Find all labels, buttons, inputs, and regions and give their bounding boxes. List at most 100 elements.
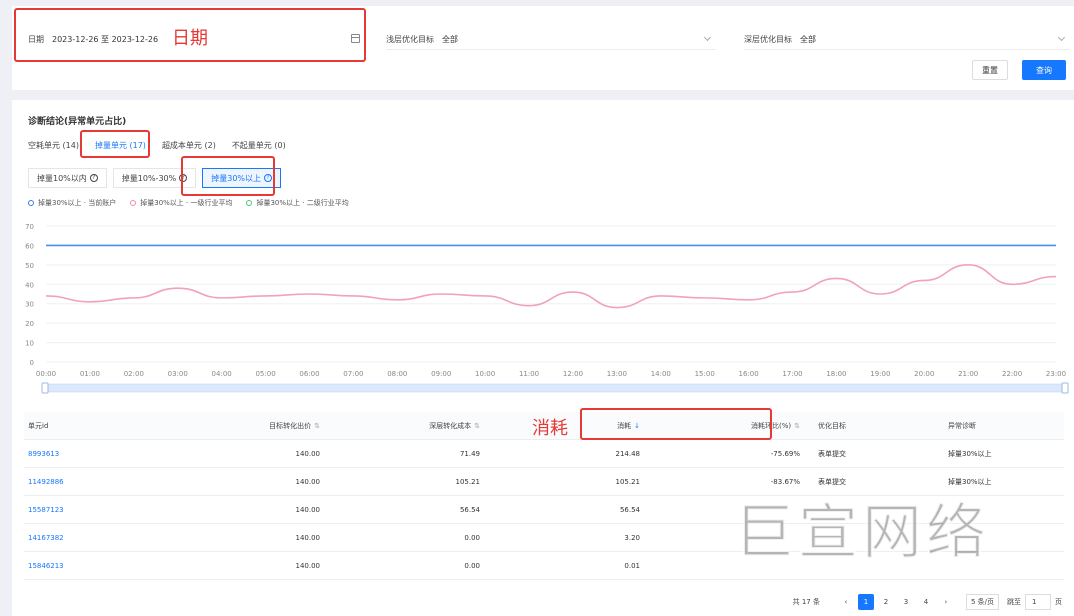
zoom-handle-left	[41, 382, 49, 394]
x-tick-label: 19:00	[870, 370, 890, 378]
x-tick-label: 02:00	[124, 370, 144, 378]
legend-label: 掉量30%以上 · 一级行业平均	[140, 199, 233, 207]
x-tick-label: 17:00	[782, 370, 802, 378]
col-label: 目标转化出价	[269, 421, 312, 430]
legend-label: 掉量30%以上 · 当前账户	[38, 199, 117, 207]
x-tick-label: 03:00	[168, 370, 188, 378]
tab-no-volume-units[interactable]: 不起量单元 (0)	[232, 140, 286, 151]
x-tick-label: 16:00	[739, 370, 759, 378]
x-tick-label: 06:00	[299, 370, 319, 378]
cell-unit-id[interactable]: 15846213	[24, 562, 174, 570]
deep-goal-select[interactable]: 深层优化目标 全部	[744, 28, 1070, 50]
prev-page-icon[interactable]: ‹	[838, 594, 854, 610]
col-unit-id: 单元id	[28, 421, 49, 430]
cell-target-bid: 140.00	[295, 561, 321, 570]
x-tick-label: 08:00	[387, 370, 407, 378]
page-1[interactable]: 1	[857, 594, 874, 610]
cell-deep-cost: 0.00	[464, 561, 480, 570]
jump-label: 跳至	[1007, 598, 1021, 606]
col-deep-cost[interactable]: 深层转化成本 ⇅	[324, 421, 484, 431]
cell-unit-id[interactable]: 15587123	[24, 506, 174, 514]
subtab-label: 掉量10%以内	[37, 173, 87, 183]
zoom-handle-right	[1061, 382, 1069, 394]
pagination: 共 17 条 ‹ 1 2 3 4 › 5 条/页 跳至 1 页	[793, 594, 1062, 610]
x-tick-label: 22:00	[1002, 370, 1022, 378]
x-tick-label: 04:00	[212, 370, 232, 378]
sort-icon[interactable]: ⇅	[794, 422, 800, 430]
page-2[interactable]: 2	[878, 594, 894, 610]
deep-goal-select-box[interactable]	[744, 28, 1070, 50]
legend-label: 掉量30%以上 · 二级行业平均	[256, 199, 349, 207]
x-tick-label: 00:00	[36, 370, 56, 378]
x-tick-label: 09:00	[431, 370, 451, 378]
shallow-goal-select[interactable]: 浅层优化目标 全部	[386, 28, 716, 50]
page-size-select[interactable]: 5 条/页	[965, 594, 999, 610]
query-button[interactable]: 查询	[1022, 60, 1066, 80]
cell-spend: 0.01	[624, 561, 640, 570]
cell-deep-cost: 105.21	[455, 477, 481, 486]
y-tick-label: 50	[25, 262, 34, 270]
tab-idle-units[interactable]: 空耗单元 (14)	[28, 140, 79, 151]
y-tick-label: 30	[25, 301, 34, 309]
cell-spend: 214.48	[615, 449, 641, 458]
col-optimization-goal: 优化目标	[818, 421, 846, 430]
page-4[interactable]: 4	[918, 594, 934, 610]
series-line-1	[45, 264, 1057, 309]
cell-spend: 105.21	[615, 477, 641, 486]
col-target-bid[interactable]: 目标转化出价 ⇅	[174, 421, 324, 431]
cell-unit-id[interactable]: 14167382	[24, 534, 174, 542]
trend-line-chart: 0 10 20 30 40 50 60 70 00:00 01:00 02:00 03:00 04:00…	[25, 223, 1069, 394]
legend-dot-icon	[28, 200, 34, 206]
cell-deep-cost: 0.00	[464, 533, 480, 542]
tab-over-cost-units[interactable]: 超成本单元 (2)	[162, 140, 216, 151]
y-tick-label: 60	[25, 242, 34, 250]
x-tick-label: 21:00	[958, 370, 978, 378]
x-tick-label: 15:00	[695, 370, 715, 378]
page-3[interactable]: 3	[898, 594, 914, 610]
y-tick-label: 10	[25, 340, 34, 348]
chart-legend: 掉量30%以上 · 当前账户 掉量30%以上 · 一级行业平均 掉量30%以上 …	[28, 198, 363, 208]
cell-target-bid: 140.00	[295, 505, 321, 514]
cell-optimization-goal: 表单提交	[818, 449, 846, 458]
y-tick-label: 20	[25, 320, 34, 328]
x-tick-label: 18:00	[826, 370, 846, 378]
watermark-logo: 巨宣网络	[733, 497, 990, 569]
x-tick-label: 23:00	[1046, 370, 1066, 378]
jump-page-input[interactable]: 1	[1025, 594, 1051, 610]
cell-unit-id[interactable]: 8993613	[24, 450, 174, 458]
pagination-total: 共 17 条	[792, 598, 820, 606]
cell-target-bid: 140.00	[295, 449, 321, 458]
cell-spend: 3.20	[624, 533, 640, 542]
legend-item-industry-l1[interactable]: 掉量30%以上 · 一级行业平均	[130, 198, 232, 208]
x-tick-label: 05:00	[255, 370, 275, 378]
col-label: 深层转化成本	[429, 421, 472, 430]
over30-annotation-box	[181, 156, 275, 196]
page-suffix: 页	[1055, 598, 1062, 606]
reset-button[interactable]: 重置	[972, 60, 1008, 80]
date-annotation-label: 日期	[172, 28, 208, 49]
x-tick-label: 07:00	[343, 370, 363, 378]
shallow-goal-select-box[interactable]	[386, 28, 716, 50]
sort-icon[interactable]: ⇅	[474, 422, 480, 430]
next-page-icon[interactable]: ›	[938, 594, 954, 610]
cell-deep-cost: 71.49	[459, 449, 480, 458]
chart-zoom-bar	[45, 383, 1067, 393]
cell-target-bid: 140.00	[295, 533, 321, 542]
cell-target-bid: 140.00	[295, 477, 321, 486]
legend-item-industry-l2[interactable]: 掉量30%以上 · 二级行业平均	[246, 198, 349, 208]
help-icon[interactable]: ?	[89, 174, 98, 182]
cell-spend-change: -75.69%	[770, 449, 800, 458]
spend-annotation-label: 消耗	[532, 418, 568, 439]
legend-dot-icon	[246, 200, 253, 206]
x-tick-label: 11:00	[519, 370, 539, 378]
cell-unit-id[interactable]: 11492886	[24, 478, 174, 486]
cell-deep-cost: 56.54	[459, 505, 480, 514]
x-tick-label: 12:00	[563, 370, 583, 378]
legend-item-current-account[interactable]: 掉量30%以上 · 当前账户	[28, 198, 116, 208]
sort-icon[interactable]: ⇅	[314, 422, 320, 430]
legend-dot-icon	[130, 200, 137, 206]
subtab-drop-under-10[interactable]: 掉量10%以内?	[28, 168, 107, 188]
section-title: 诊断结论(异常单元占比)	[28, 117, 127, 127]
cell-anomaly: 掉量30%以上	[948, 449, 992, 458]
table-row: 8993613 140.00 71.49 214.48 -75.69% 表单提交 掉量30%…	[24, 440, 1064, 468]
